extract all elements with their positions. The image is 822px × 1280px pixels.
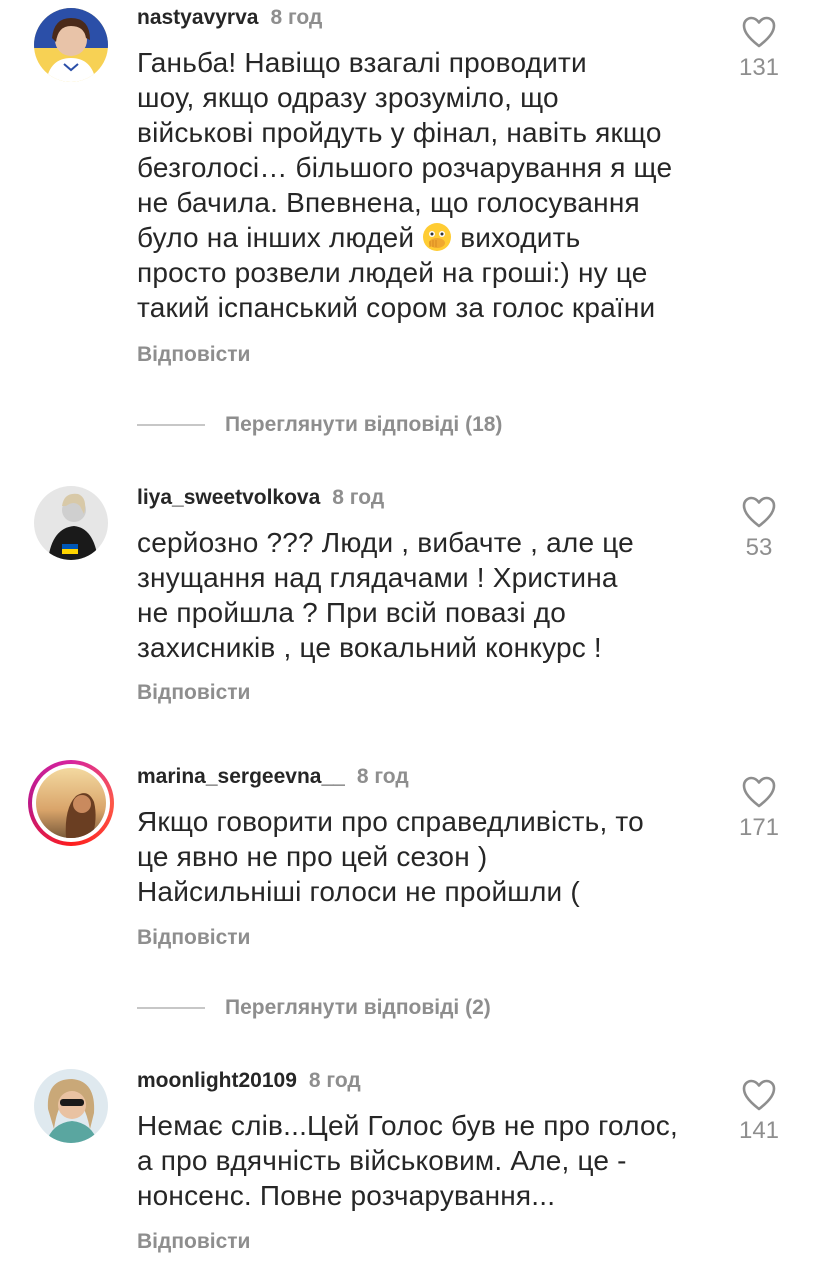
reply-button[interactable]: Відповісти xyxy=(137,1230,250,1254)
like-count: 171 xyxy=(738,814,780,841)
comment-line: знущання над глядачами ! Христина xyxy=(137,562,618,593)
view-replies-label: Переглянути відповіді (2) xyxy=(225,996,491,1019)
avatar[interactable] xyxy=(34,1069,108,1143)
comment-line: а про вдячність військовим. Але, це - xyxy=(137,1145,627,1176)
view-replies-button[interactable]: Переглянути відповіді (2) xyxy=(137,993,491,1023)
like-button[interactable]: 171 xyxy=(736,776,782,842)
flushed-hand-over-mouth-emoji xyxy=(422,222,452,252)
avatar[interactable] xyxy=(34,8,108,82)
divider-line xyxy=(137,1007,205,1009)
like-count: 141 xyxy=(738,1117,780,1144)
avatar-image xyxy=(36,768,106,838)
avatar-with-story-ring[interactable] xyxy=(28,760,114,846)
comment-text: Немає слів...Цей Голос був не про голос,… xyxy=(137,1108,717,1213)
username[interactable]: liya_sweetvolkova xyxy=(137,486,320,509)
comment-line: нонсенс. Повне розчарування... xyxy=(137,1180,556,1211)
heart-outline-icon xyxy=(742,776,776,808)
like-button[interactable]: 141 xyxy=(736,1079,782,1145)
comment-line-part: виходить xyxy=(460,222,581,253)
reply-button[interactable]: Відповісти xyxy=(137,681,250,705)
like-count: 131 xyxy=(738,54,780,81)
reply-button[interactable]: Відповісти xyxy=(137,926,250,950)
comment-meta: liya_sweetvolkova 8 год xyxy=(137,486,384,510)
comment-meta: nastyavyrva 8 год xyxy=(137,6,322,30)
like-button[interactable]: 131 xyxy=(736,16,782,82)
comment-time: 8 год xyxy=(332,486,385,509)
comment-line: Якщо говорити про справедливість, то xyxy=(137,806,644,837)
comment-line: Найсильніші голоси не пройшли ( xyxy=(137,876,580,907)
heart-outline-icon xyxy=(742,496,776,528)
comment-line: шоу, якщо одразу зрозуміло, що xyxy=(137,82,559,113)
like-count: 53 xyxy=(745,534,773,561)
comment-line: військові пройдуть у фінал, навіть якщо xyxy=(137,117,662,148)
comment-line: було на інших людей виходить xyxy=(137,220,717,255)
avatar[interactable] xyxy=(34,486,108,560)
heart-outline-icon xyxy=(742,1079,776,1111)
comment-meta: moonlight20109 8 год xyxy=(137,1069,361,1093)
username[interactable]: marina_sergeevna__ xyxy=(137,765,345,788)
like-button[interactable]: 53 xyxy=(736,496,782,562)
heart-outline-icon xyxy=(742,16,776,48)
divider-line xyxy=(137,424,205,426)
avatar-image xyxy=(34,486,108,560)
comment-line: не пройшла ? При всій повазі до xyxy=(137,597,567,628)
comment-text: Якщо говорити про справедливість, то це … xyxy=(137,804,717,909)
avatar-image xyxy=(34,8,108,82)
comment-line: безголосі… більшого розчарування я ще xyxy=(137,152,673,183)
comment-line: такий іспанський сором за голос країни xyxy=(137,292,656,323)
comment-time: 8 год xyxy=(308,1069,361,1092)
comment-line-part: було на інших людей xyxy=(137,222,415,253)
comment-text: серйозно ??? Люди , вибачте , але це зну… xyxy=(137,525,717,665)
comment-time: 8 год xyxy=(356,765,409,788)
avatar-image xyxy=(34,1069,108,1143)
view-replies-label: Переглянути відповіді (18) xyxy=(225,413,503,436)
username[interactable]: moonlight20109 xyxy=(137,1069,297,1092)
username[interactable]: nastyavyrva xyxy=(137,6,258,29)
comment-line: Немає слів...Цей Голос був не про голос, xyxy=(137,1110,678,1141)
comment-line: Ганьба! Навіщо взагалі проводити xyxy=(137,47,587,78)
comment-text: Ганьба! Навіщо взагалі проводити шоу, як… xyxy=(137,45,717,325)
comment-line: не бачила. Впевнена, що голосування xyxy=(137,187,640,218)
comment-time: 8 год xyxy=(270,6,323,29)
comment-meta: marina_sergeevna__ 8 год xyxy=(137,765,409,789)
comment-line: захисників , це вокальний конкурс ! xyxy=(137,632,602,663)
comment-line: це явно не про цей сезон ) xyxy=(137,841,488,872)
comment-line: серйозно ??? Люди , вибачте , але це xyxy=(137,527,634,558)
reply-button[interactable]: Відповісти xyxy=(137,343,250,367)
comment-line: просто розвели людей на гроші:) ну це xyxy=(137,257,648,288)
view-replies-button[interactable]: Переглянути відповіді (18) xyxy=(137,410,502,440)
